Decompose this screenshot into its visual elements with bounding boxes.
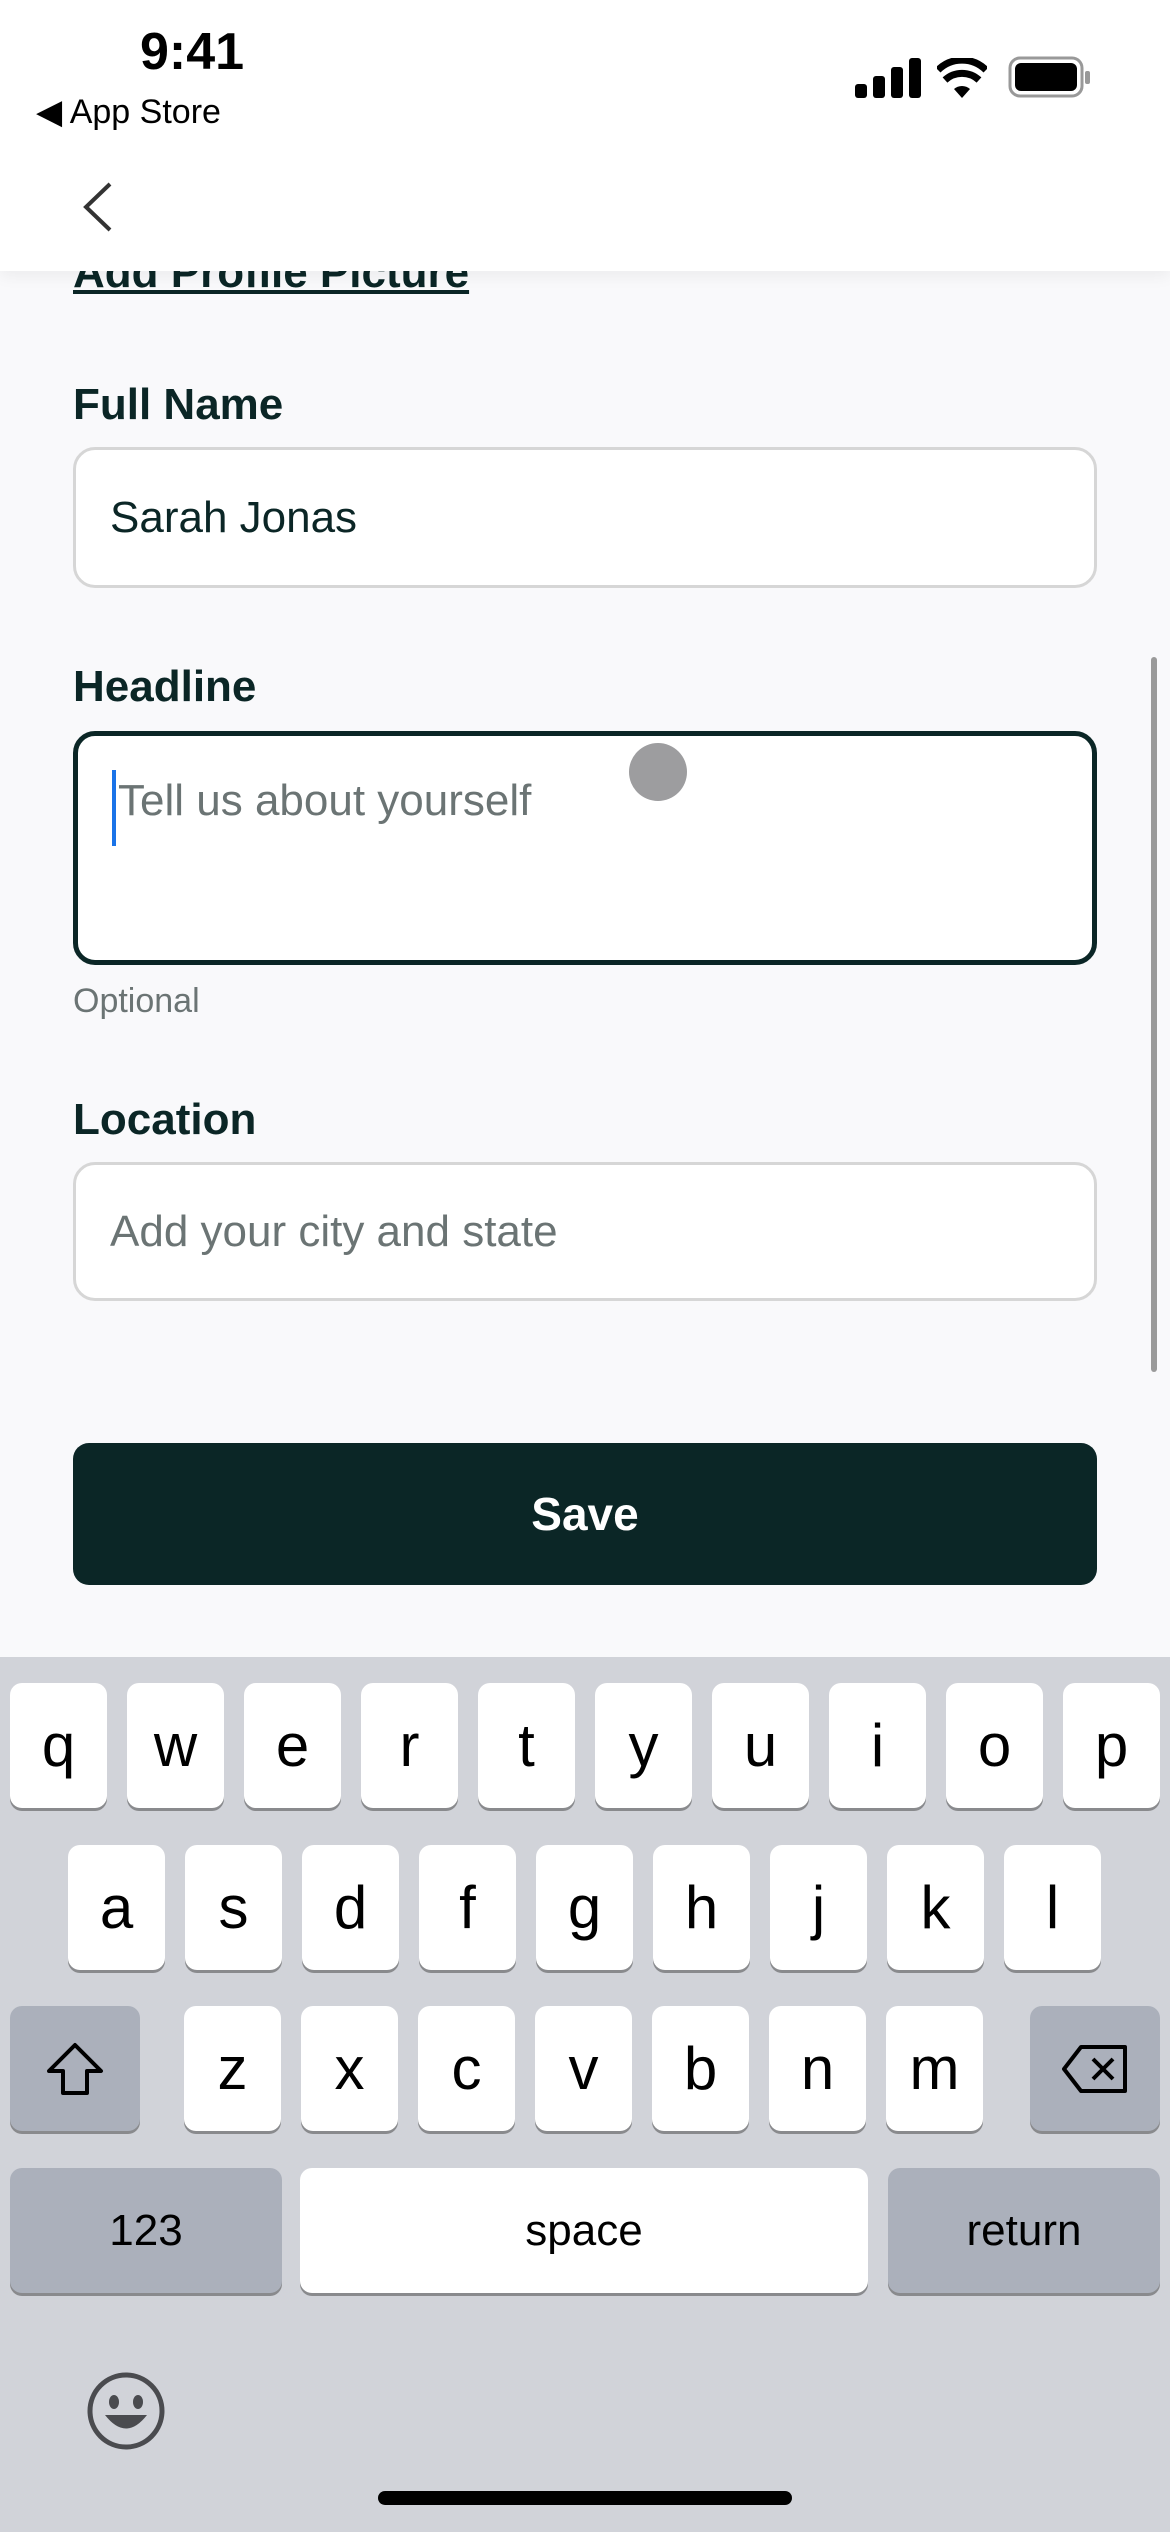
save-button[interactable]: Save (73, 1443, 1097, 1585)
space-key[interactable]: space (300, 2168, 868, 2293)
scrollbar[interactable] (1151, 657, 1157, 1372)
touch-indicator (629, 743, 687, 801)
key-q[interactable]: q (10, 1683, 107, 1808)
location-placeholder: Add your city and state (110, 1206, 558, 1256)
numbers-key[interactable]: 123 (10, 2168, 282, 2293)
back-to-app-store[interactable]: ◀ App Store (36, 92, 221, 132)
location-input[interactable]: Add your city and state (73, 1162, 1097, 1301)
key-b[interactable]: b (652, 2006, 749, 2131)
full-name-value: Sarah Jonas (110, 492, 358, 542)
key-x[interactable]: x (301, 2006, 398, 2131)
back-app-label: App Store (69, 93, 221, 131)
key-d[interactable]: d (302, 1845, 399, 1970)
headline-helper: Optional (73, 982, 200, 1020)
key-m[interactable]: m (886, 2006, 983, 2131)
key-w[interactable]: w (127, 1683, 224, 1808)
emoji-icon[interactable] (85, 2370, 167, 2452)
key-l[interactable]: l (1004, 1845, 1101, 1970)
home-indicator (378, 2491, 792, 2505)
wifi-icon (937, 58, 987, 98)
key-s[interactable]: s (185, 1845, 282, 1970)
location-label: Location (73, 1095, 257, 1144)
shift-icon (47, 2042, 103, 2095)
key-e[interactable]: e (244, 1683, 341, 1808)
key-o[interactable]: o (946, 1683, 1043, 1808)
key-c[interactable]: c (418, 2006, 515, 2131)
key-v[interactable]: v (535, 2006, 632, 2131)
text-cursor (112, 770, 116, 846)
key-n[interactable]: n (769, 2006, 866, 2131)
delete-key[interactable] (1030, 2006, 1160, 2131)
key-a[interactable]: a (68, 1845, 165, 1970)
shift-key[interactable] (10, 2006, 140, 2131)
key-h[interactable]: h (653, 1845, 750, 1970)
key-y[interactable]: y (595, 1683, 692, 1808)
headline-label: Headline (73, 662, 257, 711)
key-z[interactable]: z (184, 2006, 281, 2131)
header: 9:41 ◀ App Store (0, 0, 1170, 271)
key-p[interactable]: p (1063, 1683, 1160, 1808)
key-g[interactable]: g (536, 1845, 633, 1970)
delete-icon (1062, 2044, 1127, 2093)
full-name-label: Full Name (73, 380, 284, 429)
return-key[interactable]: return (888, 2168, 1160, 2293)
signal-icon (855, 58, 921, 98)
back-triangle-icon: ◀ (36, 93, 70, 131)
key-k[interactable]: k (887, 1845, 984, 1970)
key-t[interactable]: t (478, 1683, 575, 1808)
key-i[interactable]: i (829, 1683, 926, 1808)
key-r[interactable]: r (361, 1683, 458, 1808)
key-f[interactable]: f (419, 1845, 516, 1970)
back-chevron-icon[interactable] (80, 180, 114, 234)
headline-placeholder: Tell us about yourself (118, 776, 532, 825)
headline-textarea[interactable]: Tell us about yourself (73, 731, 1097, 965)
full-name-input[interactable]: Sarah Jonas (73, 447, 1097, 588)
key-j[interactable]: j (770, 1845, 867, 1970)
status-time: 9:41 (140, 23, 245, 81)
battery-icon (1008, 56, 1090, 98)
key-u[interactable]: u (712, 1683, 809, 1808)
